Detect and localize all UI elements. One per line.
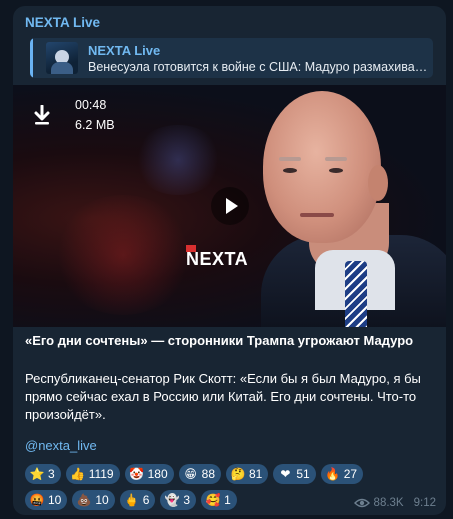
reply-text: Венесуэла готовится к войне с США: Мадур… <box>88 60 430 74</box>
middle-finger-icon: 🖕 <box>124 493 140 507</box>
video-person-ear <box>368 165 388 201</box>
video-player[interactable]: 00:48 6.2 MB NEXTA <box>13 85 446 327</box>
video-duration: 00:48 <box>75 98 107 112</box>
video-background-glow <box>133 125 223 195</box>
reaction-button[interactable]: 🥰 1 <box>201 490 237 510</box>
reaction-count: 10 <box>48 493 62 507</box>
post-body: Республиканец-сенатор Рик Скотт: «Если б… <box>25 371 421 422</box>
reaction-button[interactable]: 👻 3 <box>160 490 197 510</box>
ghost-icon: 👻 <box>164 493 180 507</box>
reaction-button[interactable]: 👍 1119 <box>65 464 120 484</box>
reaction-button[interactable]: 🔥 27 <box>320 464 364 484</box>
download-icon[interactable] <box>33 105 51 125</box>
play-button[interactable] <box>211 187 249 225</box>
fire-icon: 🔥 <box>325 467 341 481</box>
reaction-button[interactable]: 🤡 180 <box>124 464 174 484</box>
channel-link[interactable]: @nexta_live <box>25 438 97 453</box>
reaction-count: 10 <box>95 493 109 507</box>
thumbnail-figure-body <box>51 62 73 74</box>
video-size: 6.2 MB <box>75 118 115 132</box>
video-person-tie <box>345 261 367 327</box>
reaction-button[interactable]: 🤔 81 <box>226 464 269 484</box>
reaction-button[interactable]: ⭐ 3 <box>25 464 61 484</box>
views-eye-icon <box>353 498 370 508</box>
video-background-glow <box>53 195 193 315</box>
reaction-count: 81 <box>249 467 263 481</box>
clown-icon: 🤡 <box>129 467 145 481</box>
thinking-icon: 🤔 <box>230 467 246 481</box>
poop-icon: 💩 <box>76 493 92 507</box>
video-person-eye <box>329 168 343 173</box>
video-person-brow <box>325 157 347 161</box>
reaction-button[interactable]: 🤬 10 <box>25 490 68 510</box>
video-person-eye <box>283 168 297 173</box>
reaction-count: 3 <box>183 493 191 507</box>
reaction-count: 51 <box>296 467 310 481</box>
play-icon <box>226 198 238 214</box>
reaction-count: 1 <box>224 493 231 507</box>
love-face-icon: 🥰 <box>205 493 221 507</box>
reaction-count: 3 <box>48 467 55 481</box>
grin-icon: 😁 <box>184 467 197 481</box>
message-time: 9:12 <box>413 497 436 509</box>
reply-accent-bar <box>30 38 33 78</box>
reaction-count: 6 <box>142 493 150 507</box>
reaction-button[interactable]: 😁 88 <box>178 464 221 484</box>
reaction-button[interactable]: 🖕 6 <box>119 490 156 510</box>
reaction-button[interactable]: ❤ 51 <box>273 464 316 484</box>
video-meta: 00:48 6.2 MB <box>75 95 115 135</box>
video-person-mouth <box>300 213 334 217</box>
star-icon: ⭐ <box>29 467 45 481</box>
thumbs-up-icon: 👍 <box>70 467 86 481</box>
reaction-row: ⭐ 3 👍 1119 🤡 180 😁 88 🤔 81 ❤ 51 🔥 27 <box>25 464 435 484</box>
reaction-count: 88 <box>201 467 215 481</box>
angry-icon: 🤬 <box>29 493 45 507</box>
channel-name[interactable]: NEXTA Live <box>25 15 100 30</box>
post-title: «Его дни сочтены» — сторонники Трампа уг… <box>25 333 414 348</box>
video-person-head <box>263 91 381 243</box>
reaction-count: 27 <box>343 467 358 481</box>
reaction-count: 1119 <box>88 467 114 481</box>
reply-thumbnail <box>46 42 78 74</box>
reaction-button[interactable]: 💩 10 <box>72 490 115 510</box>
video-person-brow <box>279 157 301 161</box>
reply-preview[interactable]: NEXTA Live Венесуэла готовится к войне с… <box>30 38 433 78</box>
message-meta: 88.3K 9:12 <box>353 497 436 509</box>
reply-title: NEXTA Live <box>88 43 161 58</box>
views-count: 88.3K <box>373 497 404 509</box>
nexta-logo: NEXTA <box>186 245 262 271</box>
logo-text: NEXTA <box>186 249 249 269</box>
heart-icon: ❤ <box>280 467 291 481</box>
message-bubble: NEXTA Live NEXTA Live Венесуэла готовитс… <box>13 6 446 515</box>
reaction-count: 180 <box>147 467 168 481</box>
